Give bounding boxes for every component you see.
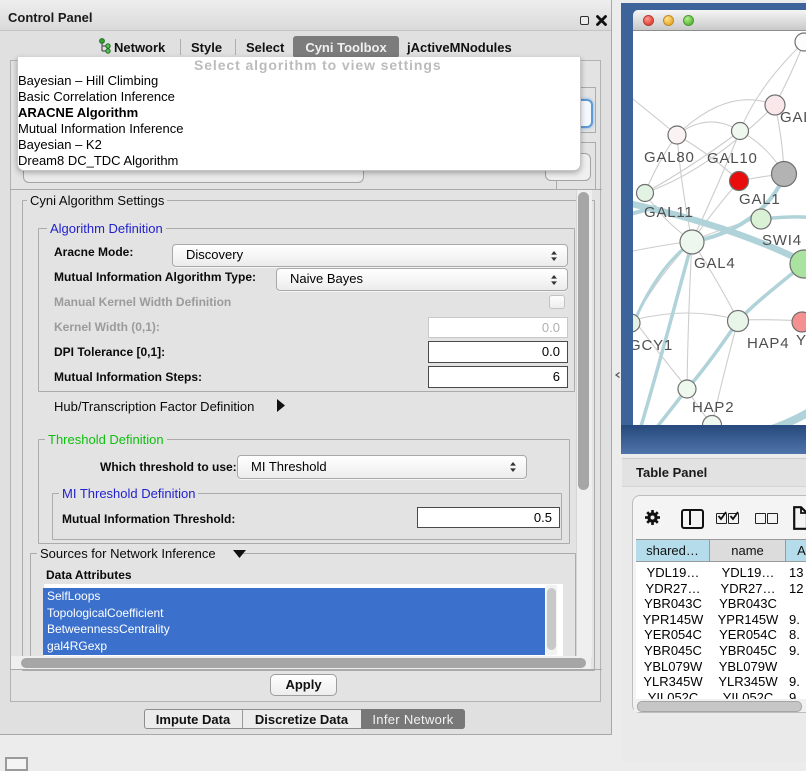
svg-text:GAL11: GAL11 [644,204,694,221]
svg-text:SWI4: SWI4 [762,232,802,249]
svg-text:GAL80: GAL80 [644,149,695,166]
svg-text:GAL: GAL [780,109,806,126]
svg-text:HAP2: HAP2 [692,399,734,416]
svg-text:HAP4: HAP4 [747,335,789,352]
svg-text:GCY1: GCY1 [633,337,673,354]
svg-text:GAL4: GAL4 [694,255,736,272]
svg-text:GAL10: GAL10 [707,150,758,167]
svg-text:Y: Y [796,332,806,349]
svg-text:GAL1: GAL1 [739,191,781,208]
